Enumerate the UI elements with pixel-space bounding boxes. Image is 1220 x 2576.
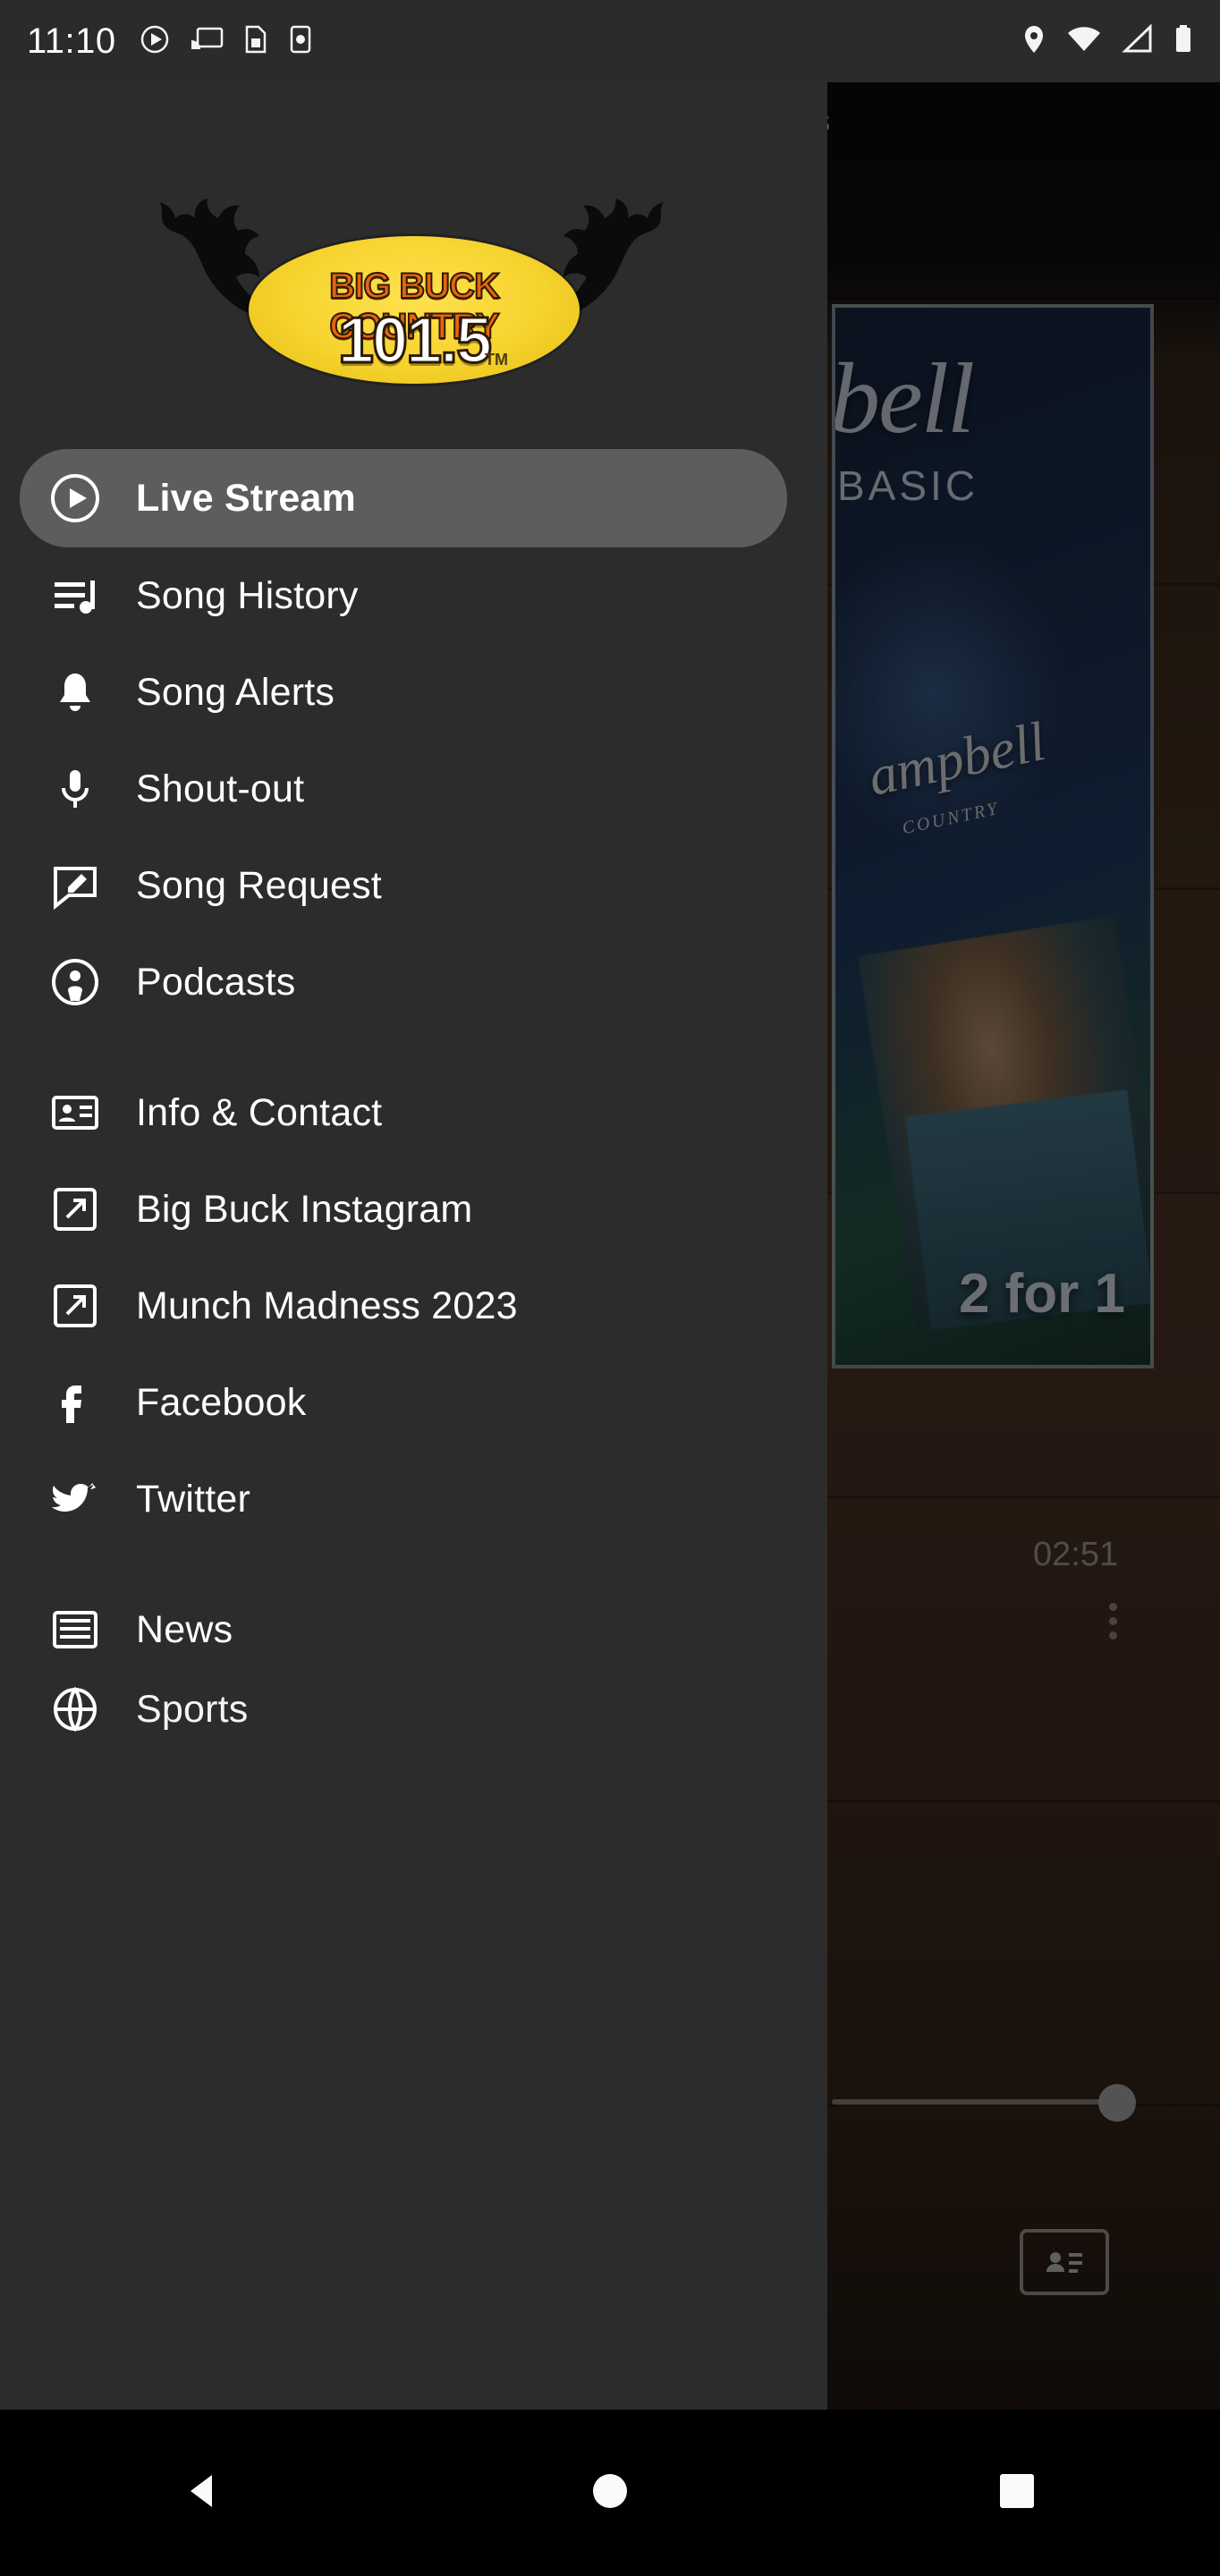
sidebar-item-info-contact[interactable]: Info & Contact bbox=[0, 1064, 827, 1161]
sidebar-item-podcasts[interactable]: Podcasts bbox=[0, 934, 827, 1030]
drawer-menu: Live Stream Song History Song Alerts Sho… bbox=[0, 449, 827, 1741]
android-nav-bar bbox=[0, 2410, 1220, 2576]
status-bar: 11:10 bbox=[0, 0, 1220, 82]
playlist-icon bbox=[39, 570, 111, 622]
sidebar-item-label: Shout-out bbox=[136, 767, 305, 810]
external-link-icon bbox=[39, 1280, 111, 1332]
station-logo: BIG BUCK COUNTRY 101.5 TM bbox=[134, 190, 689, 413]
home-circle-icon[interactable] bbox=[585, 2466, 635, 2521]
sidebar-item-label: Big Buck Instagram bbox=[136, 1187, 473, 1231]
logo-frequency-text: 101.5 bbox=[336, 304, 493, 378]
sidebar-item-live-stream[interactable]: Live Stream bbox=[20, 449, 787, 547]
sidebar-item-twitter[interactable]: Twitter bbox=[0, 1451, 827, 1547]
sidebar-item-news[interactable]: News bbox=[0, 1581, 827, 1678]
sidebar-item-label: Song Alerts bbox=[136, 670, 335, 714]
megaphone-icon bbox=[39, 1683, 111, 1735]
sidebar-item-label: Podcasts bbox=[136, 960, 296, 1004]
menu-group-divider bbox=[0, 1030, 827, 1064]
sidebar-item-song-history[interactable]: Song History bbox=[0, 547, 827, 644]
sidebar-item-label: Info & Contact bbox=[136, 1090, 383, 1134]
sidebar-item-label: Song Request bbox=[136, 863, 382, 907]
menu-group-divider-2 bbox=[0, 1547, 827, 1581]
twitter-icon bbox=[39, 1473, 111, 1525]
sidebar-item-shout-out[interactable]: Shout-out bbox=[0, 741, 827, 837]
sidebar-item-label: Live Stream bbox=[136, 476, 356, 520]
sidebar-item-munch-madness-2023[interactable]: Munch Madness 2023 bbox=[0, 1258, 827, 1354]
sidebar-item-label: Munch Madness 2023 bbox=[136, 1284, 518, 1327]
sim-card-icon bbox=[243, 24, 268, 59]
sidebar-item-label: Sports bbox=[136, 1687, 249, 1731]
logo-trademark-text: TM bbox=[485, 351, 508, 369]
contact-card-icon bbox=[39, 1087, 111, 1139]
sidebar-item-label: Facebook bbox=[136, 1380, 307, 1424]
podcast-icon bbox=[39, 956, 111, 1008]
status-left-icons bbox=[140, 24, 313, 59]
back-triangle-icon[interactable] bbox=[178, 2466, 228, 2521]
sidebar-item-sports[interactable]: Sports bbox=[0, 1678, 827, 1741]
sidebar-item-label: Song History bbox=[136, 573, 359, 617]
external-link-icon bbox=[39, 1183, 111, 1235]
battery-icon bbox=[1173, 24, 1193, 59]
microphone-icon bbox=[39, 763, 111, 815]
drawer-scrim[interactable] bbox=[827, 82, 1220, 2410]
location-icon bbox=[1021, 24, 1046, 59]
sidebar-item-facebook[interactable]: Facebook bbox=[0, 1354, 827, 1451]
facebook-icon bbox=[39, 1377, 111, 1428]
cell-signal-icon bbox=[1122, 22, 1154, 59]
bell-icon bbox=[39, 666, 111, 718]
status-right-icons bbox=[1021, 22, 1193, 59]
cast-icon bbox=[190, 24, 224, 59]
play-circle-icon bbox=[39, 472, 111, 524]
recents-square-icon[interactable] bbox=[992, 2466, 1042, 2521]
chat-edit-icon bbox=[39, 860, 111, 911]
sidebar-item-label: News bbox=[136, 1607, 233, 1651]
navigation-drawer: BIG BUCK COUNTRY 101.5 TM Live Stream So… bbox=[0, 82, 827, 2410]
sidebar-item-big-buck-instagram[interactable]: Big Buck Instagram bbox=[0, 1161, 827, 1258]
play-circle-icon bbox=[140, 24, 170, 59]
sidebar-item-song-request[interactable]: Song Request bbox=[0, 837, 827, 934]
list-icon bbox=[39, 1604, 111, 1656]
phone-screen: s bell BASIC ampbell COUNTRY 2 for 1 02:… bbox=[0, 0, 1220, 2576]
wifi-icon bbox=[1066, 24, 1102, 59]
sidebar-item-song-alerts[interactable]: Song Alerts bbox=[0, 644, 827, 741]
screen-record-icon bbox=[288, 24, 313, 59]
status-clock: 11:10 bbox=[27, 21, 116, 61]
sidebar-item-label: Twitter bbox=[136, 1477, 251, 1521]
